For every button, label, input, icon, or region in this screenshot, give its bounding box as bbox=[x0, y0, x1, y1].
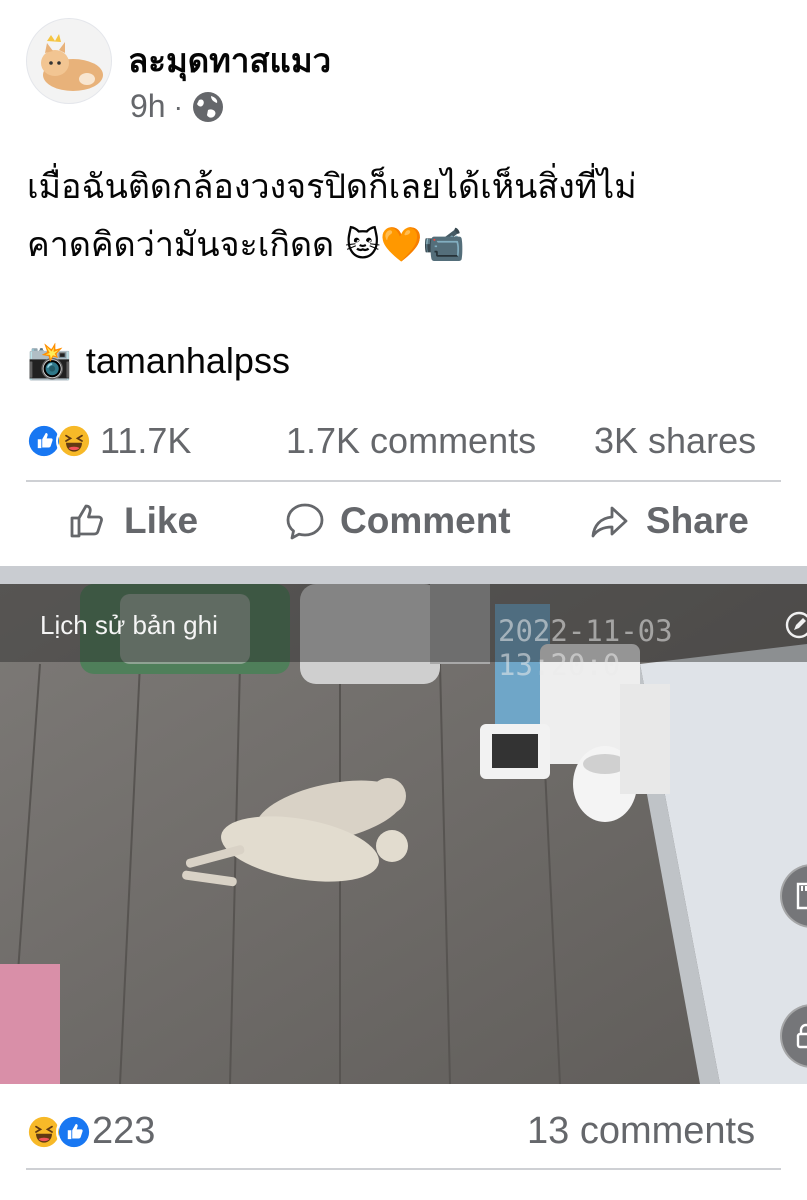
recording-timestamp: 2022-11-03 13:20:0 bbox=[498, 614, 673, 682]
shares-count[interactable]: 3K shares bbox=[594, 420, 756, 462]
post-meta: 9h · bbox=[130, 88, 225, 125]
like-icon bbox=[56, 1113, 92, 1150]
shared-media[interactable]: Lịch sử bản ghi 2022-11-03 13:20:0 bbox=[0, 584, 807, 1084]
like-label: Like bbox=[124, 500, 199, 541]
meta-separator: · bbox=[173, 90, 183, 122]
media-actions-peek bbox=[0, 1176, 807, 1200]
reaction-summary[interactable]: 11.7K bbox=[26, 420, 191, 462]
recording-history-label: Lịch sử bản ghi bbox=[40, 610, 218, 640]
share-label: Share bbox=[646, 500, 749, 541]
comment-label: Comment bbox=[340, 500, 511, 541]
post-text: เมื่อฉันติดกล้องวงจรปิดก็เลยได้เห็นสิ่งท… bbox=[27, 158, 787, 274]
media-reaction-count: 223 bbox=[92, 1110, 156, 1152]
edit-icon bbox=[785, 611, 807, 639]
media-reaction-summary[interactable]: 223 bbox=[26, 1110, 155, 1153]
feed-separator bbox=[0, 566, 807, 584]
post-header: ละมุดทาสแมว 9h · bbox=[0, 0, 807, 140]
haha-icon bbox=[56, 423, 92, 459]
post-actions: Like Comment Share bbox=[0, 490, 807, 562]
comment-button[interactable]: Comment bbox=[284, 500, 511, 542]
post-text-line-2: คาดคิดว่ามันจะเกิดด bbox=[27, 225, 335, 265]
page-avatar[interactable] bbox=[26, 18, 112, 104]
media-comments-count[interactable]: 13 comments bbox=[527, 1110, 755, 1153]
comment-icon bbox=[286, 503, 324, 540]
camera-flash-icon: 📸 bbox=[27, 340, 72, 381]
media-stats-divider bbox=[26, 1168, 781, 1170]
lock-icon bbox=[796, 1023, 807, 1049]
cat-avatar-icon bbox=[41, 34, 103, 91]
sd-card-icon bbox=[796, 882, 807, 910]
thumbs-up-icon bbox=[70, 504, 103, 538]
photo-credit: 📸 tamanhalpss bbox=[27, 340, 290, 382]
post-stats: 11.7K 1.7K comments 3K shares bbox=[0, 412, 807, 468]
media-stats: 223 13 comments bbox=[0, 1104, 807, 1160]
like-button[interactable]: Like bbox=[68, 500, 198, 542]
reaction-count: 11.7K bbox=[100, 420, 192, 461]
post-time[interactable]: 9h bbox=[130, 88, 166, 125]
credit-text: tamanhalpss bbox=[85, 340, 290, 381]
globe-icon bbox=[192, 91, 223, 122]
post-emojis: 🐱🧡📹 bbox=[344, 225, 466, 265]
share-button[interactable]: Share bbox=[590, 500, 749, 542]
page-name[interactable]: ละมุดทาสแมว bbox=[128, 34, 331, 87]
share-icon bbox=[591, 506, 628, 538]
comments-count[interactable]: 1.7K comments bbox=[286, 420, 536, 462]
post-text-line-1: เมื่อฉันติดกล้องวงจรปิดก็เลยได้เห็นสิ่งท… bbox=[27, 167, 637, 207]
stats-divider bbox=[26, 480, 781, 482]
